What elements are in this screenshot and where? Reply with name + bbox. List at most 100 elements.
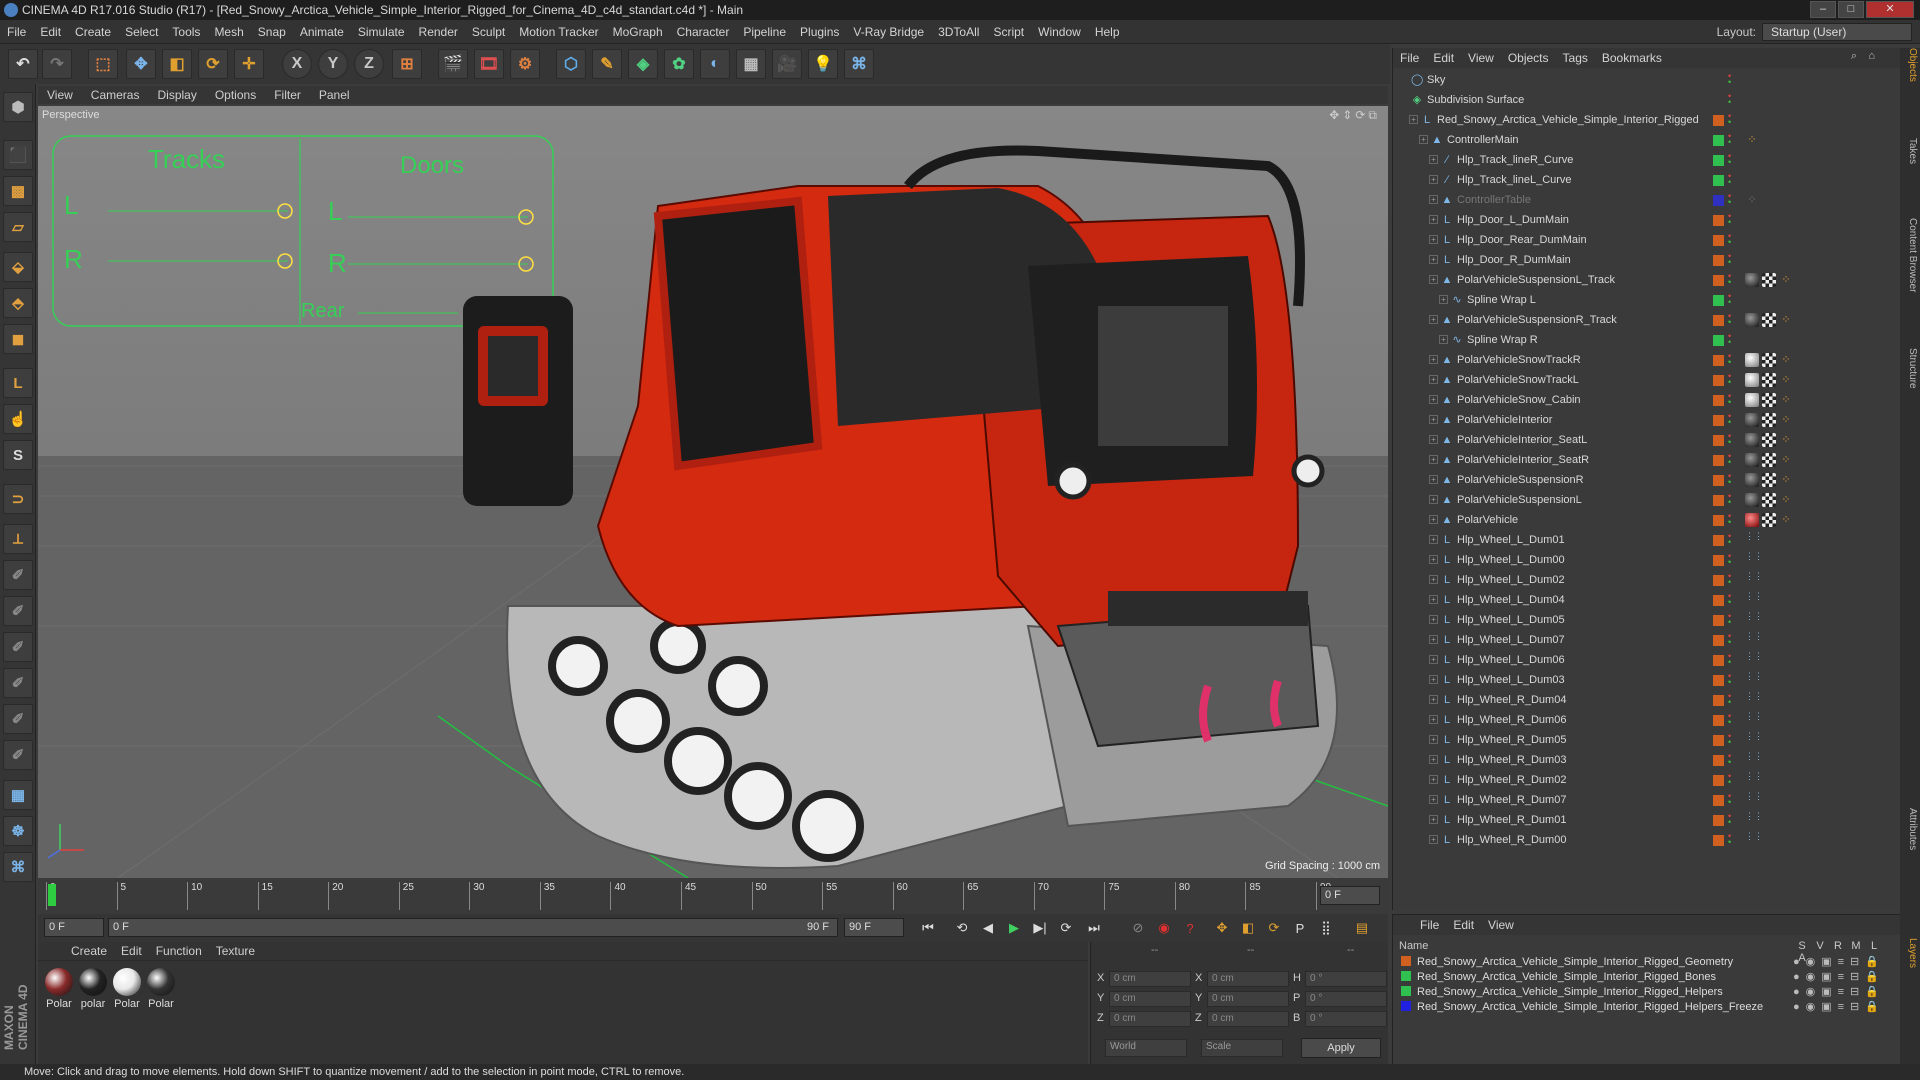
expand-toggle-icon[interactable]: + <box>1429 655 1438 664</box>
menu-motion-tracker[interactable]: Motion Tracker <box>512 20 605 44</box>
layer-color-swatch[interactable] <box>1713 195 1724 206</box>
expand-toggle-icon[interactable]: + <box>1429 155 1438 164</box>
rotate-tool-icon[interactable]: ⟳ <box>198 49 228 79</box>
layer-color-swatch[interactable] <box>1713 175 1724 186</box>
live-selection-icon[interactable]: ⬚ <box>88 49 118 79</box>
object-row[interactable]: + ▲ PolarVehicleSuspensionR • • ⁘ <box>1393 470 1901 490</box>
paint-tool-icon[interactable]: ✐ <box>3 596 33 626</box>
visibility-dots[interactable]: • • <box>1728 492 1736 507</box>
visibility-dots[interactable]: • • <box>1728 352 1736 367</box>
layer-row[interactable]: Red_Snowy_Arctica_Vehicle_Simple_Interio… <box>1401 985 1891 1000</box>
subdivision-generator-icon[interactable]: ◈ <box>628 49 658 79</box>
layer-column-m[interactable]: M <box>1847 940 1865 952</box>
expand-toggle-icon[interactable]: + <box>1429 795 1438 804</box>
points-mode-icon[interactable]: ⬙ <box>3 252 33 282</box>
xpresso-tag-icon[interactable]: ⁘ <box>1779 393 1793 407</box>
rotation-h-field[interactable]: 0 ° <box>1305 971 1387 987</box>
layer-color-swatch[interactable] <box>1713 335 1724 346</box>
python-icon[interactable]: ⌘ <box>844 49 874 79</box>
go-to-end-icon[interactable]: ⏭ <box>1082 917 1106 939</box>
object-row[interactable]: + L Hlp_Wheel_L_Dum00 • • ⋮⋮ <box>1393 550 1901 570</box>
constraint-tag-icon[interactable]: ⋮⋮ <box>1745 632 1763 647</box>
start-frame-field[interactable]: 0 F <box>44 918 104 937</box>
expand-toggle-icon[interactable]: + <box>1429 415 1438 424</box>
constraint-tag-icon[interactable]: ⋮⋮ <box>1745 532 1763 547</box>
axis-z-lock-button[interactable]: Z <box>354 49 384 79</box>
object-row[interactable]: ◯ Sky • • <box>1393 70 1901 90</box>
expand-toggle-icon[interactable]: + <box>1429 735 1438 744</box>
layer-color-swatch[interactable] <box>1713 595 1724 606</box>
frame-range-slider[interactable]: 0 F 90 F <box>108 918 838 937</box>
layers-menu-edit[interactable]: Edit <box>1446 915 1481 935</box>
viewport-nav-icons[interactable]: ✥⇕⟳⧉ <box>1329 108 1380 123</box>
coord-mode-dropdown[interactable]: World <box>1105 1039 1187 1057</box>
layer-color-swatch[interactable] <box>1713 795 1724 806</box>
menu-render[interactable]: Render <box>412 20 465 44</box>
expand-toggle-icon[interactable]: + <box>1429 635 1438 644</box>
array-generator-icon[interactable]: ✿ <box>664 49 694 79</box>
constraint-tag-icon[interactable]: ⋮⋮ <box>1745 552 1763 567</box>
expand-toggle-icon[interactable]: + <box>1419 135 1428 144</box>
object-row[interactable]: + L Hlp_Wheel_R_Dum01 • • ⋮⋮ <box>1393 810 1901 830</box>
expand-toggle-icon[interactable]: + <box>1429 715 1438 724</box>
visibility-dots[interactable]: • • <box>1728 692 1736 707</box>
magnet-tool-icon[interactable]: ✐ <box>3 740 33 770</box>
layer-color-swatch[interactable] <box>1713 255 1724 266</box>
object-row[interactable]: + ▲ ControllerTable • • ⁘ <box>1393 190 1901 210</box>
layer-column-s[interactable]: S <box>1793 940 1811 952</box>
move-tool-icon[interactable]: ✥ <box>126 49 156 79</box>
side-tab-takes[interactable]: Takes <box>1902 138 1918 164</box>
uvw-tag-icon[interactable] <box>1762 313 1776 327</box>
expand-toggle-icon[interactable]: + <box>1439 335 1448 344</box>
visibility-dots[interactable]: • • <box>1728 112 1736 127</box>
deformer-icon[interactable]: ◐ <box>700 49 730 79</box>
xpresso-tag-icon[interactable]: ⁘ <box>1779 453 1793 467</box>
edges-mode-icon[interactable]: ⬘ <box>3 288 33 318</box>
constraint-tag-icon[interactable]: ⋮⋮ <box>1745 692 1763 707</box>
menu-file[interactable]: File <box>0 20 33 44</box>
xpresso-tag-icon[interactable]: ⁘ <box>1779 413 1793 427</box>
object-row[interactable]: + ▲ PolarVehicleInterior_SeatL • • ⁘ <box>1393 430 1901 450</box>
visibility-dots[interactable]: • • <box>1728 132 1736 147</box>
floor-scene-icon[interactable]: ▦ <box>736 49 766 79</box>
key-scale-icon[interactable]: ◧ <box>1236 917 1260 939</box>
objects-menu-tags[interactable]: Tags <box>1556 48 1595 68</box>
visibility-dots[interactable]: • • <box>1728 392 1736 407</box>
expand-toggle-icon[interactable]: + <box>1429 375 1438 384</box>
layer-color-swatch[interactable] <box>1401 956 1411 966</box>
object-row[interactable]: + L Hlp_Door_Rear_DumMain • • <box>1393 230 1901 250</box>
menu-v-ray-bridge[interactable]: V-Ray Bridge <box>846 20 931 44</box>
menu-mesh[interactable]: Mesh <box>207 20 250 44</box>
visibility-dots[interactable]: • • <box>1728 812 1736 827</box>
material-swatch[interactable]: Polar <box>112 968 142 1010</box>
object-row[interactable]: + L Hlp_Wheel_R_Dum06 • • ⋮⋮ <box>1393 710 1901 730</box>
viewport-menu-display[interactable]: Display <box>148 86 205 104</box>
minimize-button[interactable]: – <box>1810 1 1836 18</box>
key-parameter-icon[interactable]: P <box>1288 917 1312 939</box>
layer-color-swatch[interactable] <box>1713 715 1724 726</box>
visibility-dots[interactable]: • • <box>1728 632 1736 647</box>
layer-color-swatch[interactable] <box>1401 971 1411 981</box>
coordinate-system-icon[interactable]: ⊞ <box>392 49 422 79</box>
expand-toggle-icon[interactable]: + <box>1429 195 1438 204</box>
xpresso-tag-icon[interactable]: ⁘ <box>1779 273 1793 287</box>
visibility-dots[interactable]: • • <box>1728 732 1736 747</box>
object-row[interactable]: + ∿ Spline Wrap R • • <box>1393 330 1901 350</box>
object-row[interactable]: + ∕ Hlp_Track_lineR_Curve • • <box>1393 150 1901 170</box>
material-menu-texture[interactable]: Texture <box>209 942 262 960</box>
constraint-tag-icon[interactable]: ⋮⋮ <box>1745 712 1763 727</box>
visibility-dots[interactable]: • • <box>1728 152 1736 167</box>
visibility-dots[interactable]: • • <box>1728 312 1736 327</box>
layer-row[interactable]: Red_Snowy_Arctica_Vehicle_Simple_Interio… <box>1401 955 1891 970</box>
expand-toggle-icon[interactable]: + <box>1429 355 1438 364</box>
menu-script[interactable]: Script <box>986 20 1031 44</box>
expand-toggle-icon[interactable]: + <box>1429 475 1438 484</box>
layers-menu-view[interactable]: View <box>1481 915 1521 935</box>
material-tag-icon[interactable] <box>1745 273 1759 287</box>
menu-tools[interactable]: Tools <box>165 20 207 44</box>
previous-frame-icon[interactable]: ◀ <box>976 917 1000 939</box>
object-row[interactable]: + ▲ PolarVehicleInterior_SeatR • • ⁘ <box>1393 450 1901 470</box>
layer-color-swatch[interactable] <box>1713 835 1724 846</box>
material-swatch[interactable]: Polar <box>146 968 176 1010</box>
xpresso-tag-icon[interactable]: ⁘ <box>1779 433 1793 447</box>
